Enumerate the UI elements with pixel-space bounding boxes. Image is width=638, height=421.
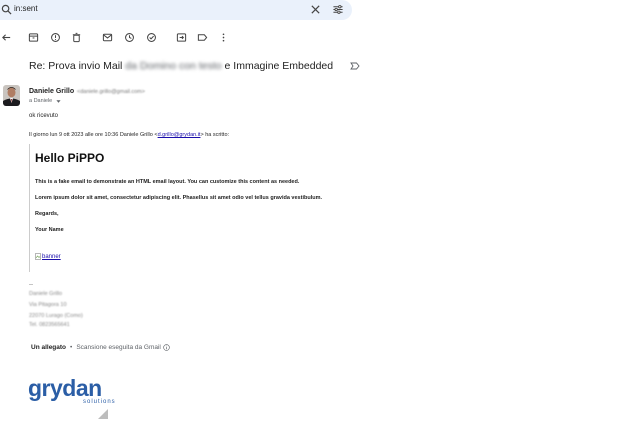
signature-line: Daniele Grillo xyxy=(29,291,63,297)
scan-status: Scansione eseguita da Gmail xyxy=(76,344,161,351)
quoted-paragraph: This is a fake email to demonstrate an H… xyxy=(35,179,300,185)
add-to-tasks-icon[interactable] xyxy=(146,32,157,43)
quoted-your-name: Your Name xyxy=(35,227,64,233)
email-subject: Re: Prova invio Mail da Domino con testo… xyxy=(29,60,333,72)
signature-line: Tel. 0823565641 xyxy=(29,322,70,328)
banner-alt-text[interactable]: banner xyxy=(42,254,61,260)
mark-unread-icon[interactable] xyxy=(102,32,113,43)
attachment-count: Un allegato xyxy=(31,344,67,351)
quote-header: Il giorno lun 9 ott 2023 alle ore 10:36 … xyxy=(29,132,229,138)
back-arrow-icon[interactable] xyxy=(1,32,12,43)
search-bar[interactable]: in:sent xyxy=(0,0,352,20)
delete-icon[interactable] xyxy=(71,32,82,43)
search-options-icon[interactable] xyxy=(332,4,344,15)
subject-part: Re: Prova invio Mail xyxy=(29,60,123,72)
logo-tagline-text: solutions xyxy=(83,399,116,405)
broken-image-icon xyxy=(35,253,41,260)
label-icon[interactable] xyxy=(197,32,208,43)
search-icon[interactable] xyxy=(1,4,12,15)
signature-separator: -- xyxy=(29,282,33,288)
sender-name: Daniele Grillo xyxy=(29,88,75,95)
separator-dot: • xyxy=(70,344,73,351)
logo-brand-text: grydan xyxy=(28,376,102,401)
signature-line: Via Pitagora 10 xyxy=(29,302,67,308)
quote-header-prefix: Il giorno lun 9 ott 2023 alle ore 10:36 … xyxy=(29,132,158,138)
quoted-regards: Regards, xyxy=(35,211,59,217)
move-to-icon[interactable] xyxy=(176,32,187,43)
quoted-paragraph: Lorem ipsum dolor sit amet, consectetur … xyxy=(35,195,322,201)
resize-grip-icon[interactable] xyxy=(98,409,108,419)
clear-search-icon[interactable] xyxy=(310,4,321,15)
grydan-logo[interactable]: grydan solutions xyxy=(28,376,123,406)
importance-marker-icon[interactable] xyxy=(350,62,360,70)
reply-body: ok ricevuto xyxy=(29,113,59,119)
banner-image-link[interactable]: banner xyxy=(35,253,61,260)
sender-email: <daniele.grillo@gmail.com> xyxy=(77,88,145,95)
search-input[interactable]: in:sent xyxy=(14,4,38,13)
info-icon[interactable] xyxy=(163,344,170,351)
report-spam-icon[interactable] xyxy=(50,32,61,43)
chevron-down-icon[interactable] xyxy=(56,99,61,104)
more-options-icon[interactable] xyxy=(218,32,229,43)
snooze-icon[interactable] xyxy=(124,32,135,43)
signature-line: 22070 Lurago (Como) xyxy=(29,313,83,319)
quote-header-suffix: > ha scritto: xyxy=(200,132,230,138)
quote-bar xyxy=(29,144,30,272)
recipient-label[interactable]: a Daniele xyxy=(29,98,52,104)
subject-obscured-part: da Domino con testo xyxy=(125,60,222,72)
sender-email-link[interactable]: d.grillo@grydan.it xyxy=(158,132,201,138)
archive-icon[interactable] xyxy=(28,32,39,43)
attachments-row: Un allegato • Scansione eseguita da Gmai… xyxy=(31,344,170,351)
subject-part: e Immagine Embedded xyxy=(224,60,334,72)
quoted-title: Hello PiPPO xyxy=(35,151,105,165)
avatar[interactable] xyxy=(3,85,20,106)
